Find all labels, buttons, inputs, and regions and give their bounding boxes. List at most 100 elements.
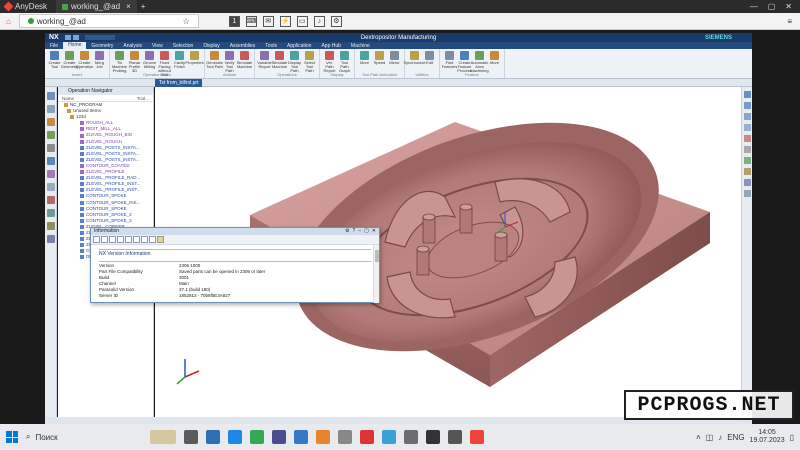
menu-item-machine[interactable]: Machine [346,43,375,49]
menu-item-assemblies[interactable]: Assemblies [225,43,261,49]
task-view-icon[interactable] [184,430,198,444]
chrome-app-icon[interactable] [250,430,264,444]
menu-item-selection[interactable]: Selection [168,43,199,49]
settings-icon[interactable]: ⚙ [330,15,342,27]
menu-item-home[interactable]: Home [63,42,87,49]
manufacturing-wizard-icon[interactable] [47,222,55,230]
info-label: Build [99,275,110,281]
menu-item-analysis[interactable]: Analysis [118,43,147,49]
zoom-icon[interactable] [744,168,751,175]
dialog-minimize-icon[interactable]: – [358,228,361,235]
keyboard-icon[interactable]: ⌨ [245,15,257,27]
dialog-maximize-icon[interactable]: ▢ [364,228,369,235]
highlight-icon[interactable] [157,236,164,243]
edge-app-icon[interactable] [228,430,242,444]
app-icon-8[interactable] [338,430,352,444]
column-toolpath[interactable]: Tool... [137,95,149,101]
view-front-icon[interactable] [744,102,751,109]
help-icon[interactable]: ? [353,228,356,235]
widgets-icon[interactable] [150,430,176,444]
shaded-icon[interactable] [744,135,751,142]
menu-item-geometry[interactable]: Geometry [86,43,118,49]
menu-icon[interactable]: ≡ [787,17,792,26]
start-icon[interactable] [6,431,18,443]
filezilla-app-icon[interactable] [360,430,374,444]
tray-arrow-icon[interactable]: ˄ [696,433,701,442]
system-materials-icon[interactable] [47,235,55,243]
process-studio-icon[interactable] [47,196,55,204]
nx-menu-bar: File Home Geometry Analysis View Selection Dis… [45,42,752,49]
web-browser-icon[interactable] [47,183,55,191]
save-icon[interactable] [93,236,100,243]
view-right-icon[interactable] [744,113,751,120]
dialog-close-icon[interactable]: ✕ [372,228,376,235]
reuse-library-icon[interactable] [47,157,55,165]
scrollbar-thumb[interactable] [375,250,379,262]
menu-item-file[interactable]: File [45,43,63,49]
app-icon-6[interactable] [294,430,308,444]
network-icon[interactable]: ◫ [706,433,714,442]
maximize-icon[interactable]: ▢ [768,2,776,11]
chat-icon[interactable]: ✉ [262,15,274,27]
favorite-icon[interactable]: ☆ [183,17,190,26]
pan-icon[interactable] [744,190,751,197]
menu-item-view[interactable]: View [147,43,168,49]
audio-icon[interactable]: ♪ [313,15,325,27]
app-icon-13[interactable] [448,430,462,444]
firefox-app-icon[interactable] [316,430,330,444]
menu-item-tools[interactable]: Tools [260,43,282,49]
menu-item-application[interactable]: Application [282,43,316,49]
screen-icon[interactable]: ▭ [296,15,308,27]
notifications-icon[interactable]: ▯ [790,433,794,442]
volume-icon[interactable]: ♪ [718,433,722,442]
find-icon[interactable] [117,236,124,243]
copy-icon[interactable] [109,236,116,243]
wireframe-icon[interactable] [744,146,751,153]
language-indicator[interactable]: ENG [727,433,744,442]
information-dialog-title-bar[interactable]: Information ⚙ ? – ▢ ✕ [91,228,379,235]
nx-app-icon[interactable] [426,430,440,444]
settings-icon[interactable]: ⚙ [345,228,349,235]
taskbar-search[interactable]: ⌕ Поиск [26,427,146,447]
anydesk-app-icon[interactable] [470,430,484,444]
rotate-icon[interactable] [744,179,751,186]
minimize-icon[interactable]: — [750,2,758,11]
address-field[interactable]: working_@ad ☆ [18,14,199,28]
print-icon[interactable] [101,236,108,243]
information-scrollbar[interactable] [373,245,379,303]
explorer-app-icon[interactable] [206,430,220,444]
teamviewer-app-icon[interactable] [382,430,396,444]
operation-icon [80,121,84,126]
clock[interactable]: 14:05 19.07.2023 [750,429,785,445]
fit-icon[interactable] [744,157,751,164]
menu-item-app-hub[interactable]: App Hub [316,43,345,49]
palette-icon[interactable] [47,209,55,217]
operation-navigator-icon[interactable] [47,118,55,126]
home-icon[interactable]: ⌂ [6,17,11,26]
history-icon[interactable] [47,144,55,152]
view-iso-icon[interactable] [744,124,751,131]
close-tab-icon[interactable]: × [126,2,131,11]
machine-tool-icon[interactable] [47,131,55,139]
clear-icon[interactable] [133,236,140,243]
tab-part-file[interactable]: Tst from_bilhol.prt [155,79,203,87]
previous-icon[interactable] [141,236,148,243]
ribbon-group-label: Insert [71,72,82,77]
display-icon[interactable]: 1 [228,15,240,27]
assembly-navigator-icon[interactable] [47,105,55,113]
close-icon[interactable]: ✕ [785,2,792,11]
view-top-icon[interactable] [744,91,751,98]
part-navigator-icon[interactable] [47,92,55,100]
app-icon-5[interactable] [272,430,286,444]
app-icon-11[interactable] [404,430,418,444]
roles-icon[interactable] [47,170,55,178]
column-name[interactable]: Name [62,95,74,101]
menu-item-display[interactable]: Display [198,43,224,49]
anydesk-session-tab[interactable]: working_@ad × [56,0,137,13]
next-icon[interactable] [149,236,156,243]
info-value: 1852813 - 70b6f5E3A827 [179,293,231,299]
new-tab-icon[interactable]: + [141,2,146,11]
actions-icon[interactable]: ⚡ [279,15,291,27]
open-icon[interactable] [125,236,132,243]
operation-icon [80,157,84,162]
